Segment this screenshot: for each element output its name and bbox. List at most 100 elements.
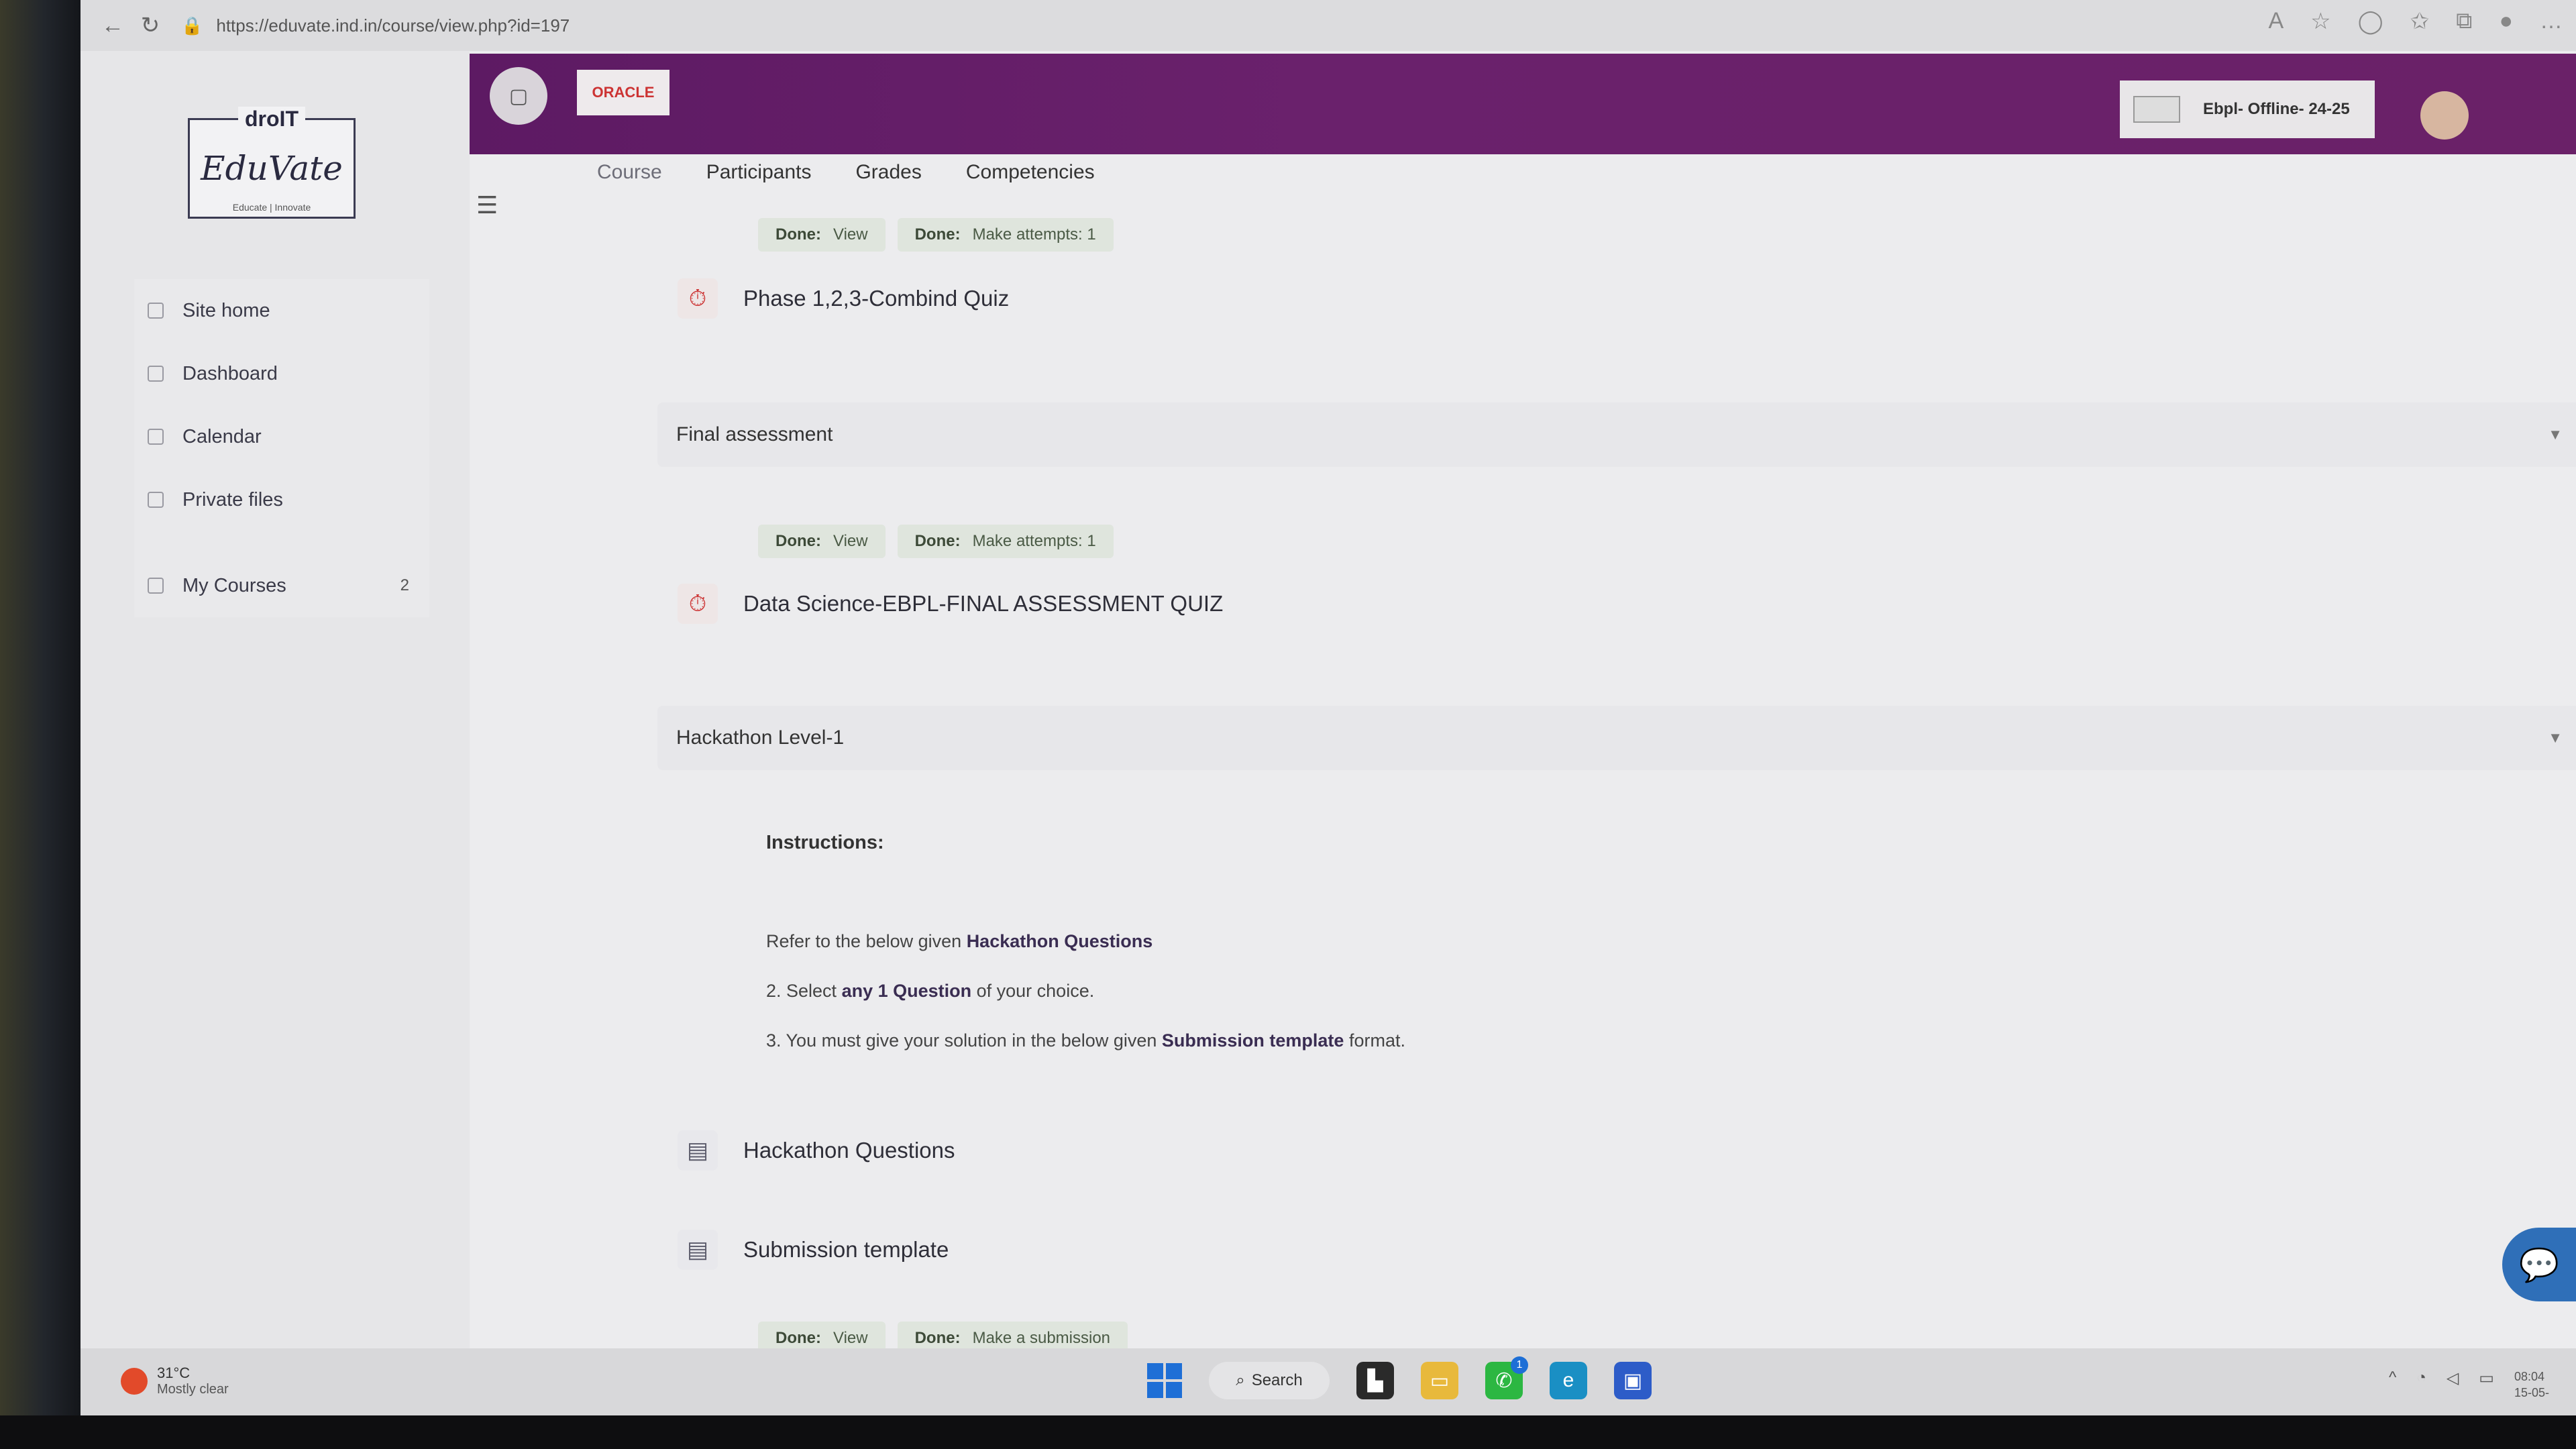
section-header-hackathon[interactable]: Hackathon Level-1 ▼ (657, 706, 2576, 770)
badge-text: Make attempts: 1 (972, 225, 1096, 244)
wifi-icon[interactable]: ◔ (2416, 1368, 2426, 1401)
tab-competencies[interactable]: Competencies (966, 161, 1095, 184)
home-icon (148, 303, 164, 319)
chevron-up-icon[interactable]: ^ (2389, 1368, 2396, 1401)
tab-grades[interactable]: Grades (855, 161, 921, 184)
clock[interactable]: 08:04 15-05- (2514, 1368, 2549, 1401)
nav-divider (134, 531, 429, 554)
course-menu-icon[interactable]: ▢ (490, 67, 547, 125)
badge-status: Done: (775, 1329, 821, 1347)
section-header-final-assessment[interactable]: Final assessment ▼ (657, 402, 2576, 467)
back-icon[interactable]: ← (94, 7, 131, 44)
activity-title[interactable]: Data Science-EBPL-FINAL ASSESSMENT QUIZ (743, 591, 1223, 616)
site-logo[interactable]: droIT EduVate Educate | Innovate (188, 107, 356, 219)
sidebar-item-calendar[interactable]: Calendar (134, 405, 429, 468)
oracle-logo: ORACLE (577, 70, 669, 115)
reload-icon[interactable]: ↻ (131, 7, 169, 44)
search-icon: ⌕ (1236, 1371, 1245, 1389)
start-icon[interactable] (1147, 1363, 1182, 1398)
taskbar-search[interactable]: ⌕ Search (1209, 1362, 1330, 1399)
browser-toolbar: ← ↻ 🔒 https://eduvate.ind.in/course/view… (80, 0, 2576, 51)
file-explorer-icon[interactable]: ▭ (1421, 1362, 1458, 1399)
weather-temperature: 31°C (157, 1364, 191, 1381)
activity-title[interactable]: Submission template (743, 1237, 949, 1263)
taskbar-apps: ⌕ Search ▙ ▭ ✆ 1 e ▣ (1147, 1356, 1652, 1399)
completion-badge: Done: View (758, 525, 885, 558)
sidebar-item-private-files[interactable]: Private files (134, 468, 429, 531)
chevron-down-icon[interactable]: ▼ (2548, 729, 2563, 747)
graduation-cap-icon (148, 578, 164, 594)
favorite-star-icon[interactable]: ☆ (2310, 8, 2330, 35)
activity-item[interactable]: ⏱ Phase 1,2,3-Combind Quiz (678, 278, 1009, 319)
dashboard-icon (148, 366, 164, 382)
completion-badge: Done: Make attempts: 1 (897, 218, 1114, 252)
logo-top-text: droIT (238, 107, 305, 131)
battery-icon[interactable]: ▭ (2479, 1368, 2494, 1401)
weather-condition: Mostly clear (157, 1382, 229, 1397)
instruction-line-1: Refer to the below given Hackathon Quest… (766, 931, 1152, 952)
activity-title[interactable]: Hackathon Questions (743, 1138, 955, 1163)
folder-icon: ▤ (678, 1130, 718, 1171)
course-name: Ebpl- Offline- 24-25 (2203, 100, 2350, 118)
taskbar: 31°C Mostly clear ⌕ Search ▙ ▭ ✆ 1 e ▣ ^… (80, 1348, 2576, 1415)
address-bar[interactable]: https://eduvate.ind.in/course/view.php?i… (216, 15, 570, 36)
badge-text: Make attempts: 1 (972, 532, 1096, 550)
sidebar-item-my-courses[interactable]: My Courses 2 (134, 554, 429, 617)
badge-text: View (833, 225, 868, 244)
instruction-text: of your choice. (971, 981, 1095, 1001)
badge-text: View (833, 1329, 868, 1347)
instruction-text: 2. Select (766, 981, 842, 1001)
drawer-toggle-icon[interactable]: ☰ (476, 191, 498, 219)
activity-item[interactable]: ▤ Submission template (678, 1230, 949, 1270)
chevron-down-icon[interactable]: ▼ (2548, 426, 2563, 443)
folder-icon: ▤ (678, 1230, 718, 1270)
read-aloud-icon[interactable]: A (2268, 8, 2284, 35)
volume-icon[interactable]: ◁ (2447, 1368, 2459, 1401)
instructions-title: Instructions: (766, 832, 884, 853)
tab-course[interactable]: Course (597, 161, 662, 184)
monitor-bezel-bottom (0, 1415, 2576, 1449)
instruction-emphasis: any 1 Question (841, 981, 972, 1001)
sidebar-nav: Site home Dashboard Calendar Private fil… (134, 279, 429, 617)
whatsapp-icon[interactable]: ✆ 1 (1485, 1356, 1528, 1399)
sidebar-item-label: Dashboard (182, 362, 278, 384)
instruction-emphasis: Hackathon Questions (966, 931, 1153, 951)
section-title: Hackathon Level-1 (676, 727, 845, 749)
instruction-line-3: 3. You must give your solution in the be… (766, 1030, 1405, 1051)
browser-actions: A ☆ ◯ ✩ ⧉ ● … (2268, 8, 2563, 35)
screen: ← ↻ 🔒 https://eduvate.ind.in/course/view… (80, 0, 2576, 1415)
activity-title[interactable]: Phase 1,2,3-Combind Quiz (743, 286, 1009, 311)
avatar[interactable] (2420, 91, 2469, 140)
store-icon[interactable]: ▣ (1614, 1362, 1652, 1399)
clock-date: 15-05- (2514, 1386, 2549, 1399)
sidebar-item-label: Calendar (182, 425, 262, 447)
sidebar-item-dashboard[interactable]: Dashboard (134, 342, 429, 405)
weather-widget[interactable]: 31°C Mostly clear (121, 1364, 229, 1397)
sidebar-item-label: My Courses (182, 574, 286, 596)
chat-icon[interactable]: 💬 (2502, 1228, 2576, 1301)
completion-badge: Done: Make attempts: 1 (897, 525, 1114, 558)
monitor-bezel-left (0, 0, 80, 1449)
collections-icon[interactable]: ⧉ (2456, 8, 2472, 35)
task-view-icon[interactable]: ▙ (1356, 1362, 1394, 1399)
logo-tagline: Educate | Innovate (232, 202, 311, 213)
logo-main-text: EduVate (201, 149, 343, 188)
profile-icon[interactable]: ● (2499, 8, 2513, 35)
calendar-icon (148, 429, 164, 445)
sidebar-item-site-home[interactable]: Site home (134, 279, 429, 342)
instruction-emphasis: Submission template (1161, 1030, 1344, 1051)
more-menu-icon[interactable]: … (2540, 8, 2563, 35)
course-tabs: Course Participants Grades Competencies (597, 161, 1095, 184)
favorites-icon[interactable]: ✩ (2410, 8, 2430, 35)
tab-participants[interactable]: Participants (706, 161, 812, 184)
completion-badges: Done: View Done: Make attempts: 1 (758, 525, 1114, 558)
course-thumbnail-icon (2133, 96, 2180, 123)
activity-item[interactable]: ▤ Hackathon Questions (678, 1130, 955, 1171)
instruction-text: format. (1344, 1030, 1405, 1051)
edge-browser-icon[interactable]: e (1550, 1362, 1587, 1399)
badge-status: Done: (914, 225, 961, 244)
extensions-icon[interactable]: ◯ (2358, 8, 2383, 35)
instruction-text: 3. You must give your solution in the be… (766, 1030, 1162, 1051)
course-switcher[interactable]: Ebpl- Offline- 24-25 (2120, 80, 2375, 138)
activity-item[interactable]: ⏱ Data Science-EBPL-FINAL ASSESSMENT QUI… (678, 584, 1223, 624)
